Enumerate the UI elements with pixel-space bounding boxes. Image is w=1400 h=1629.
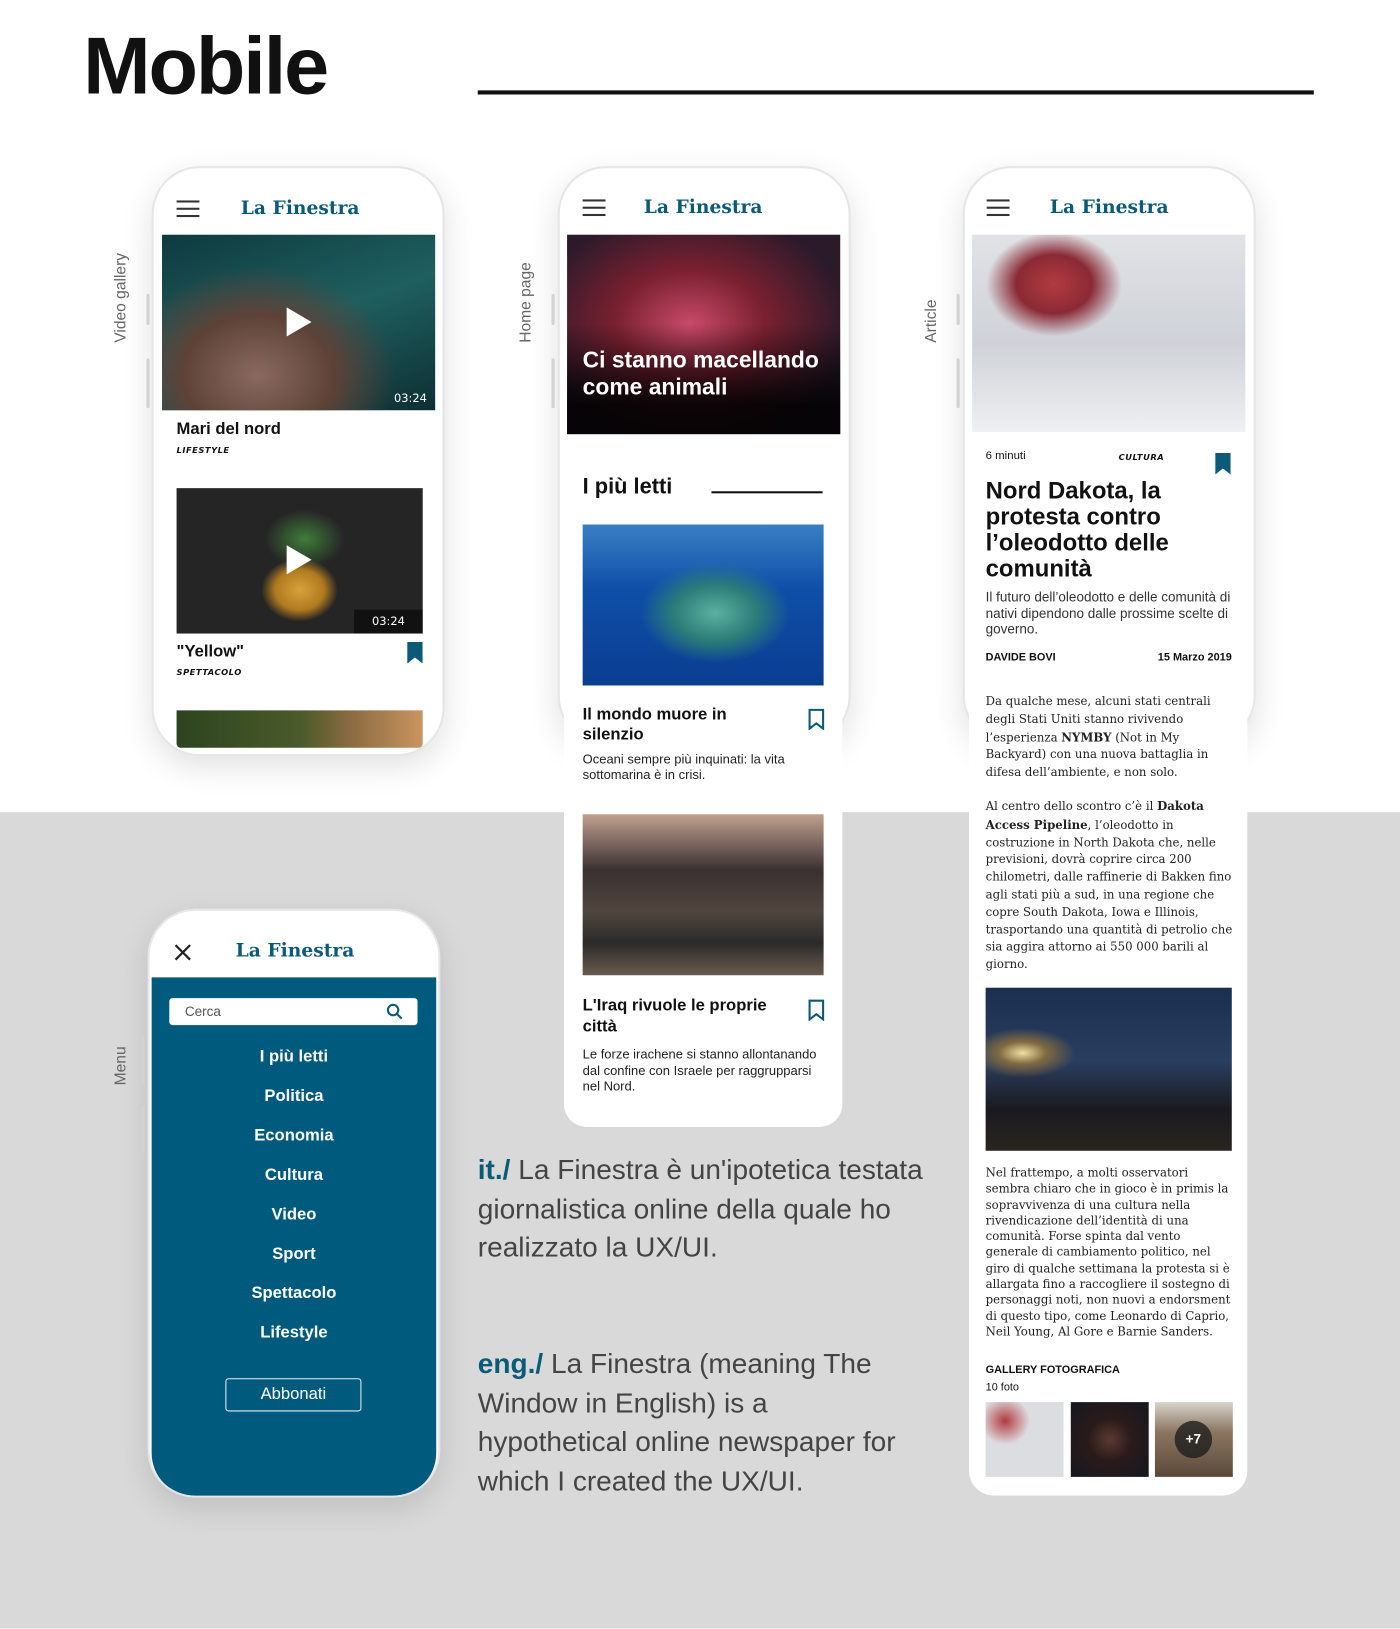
logo[interactable]: La Finestra xyxy=(644,196,763,218)
read-time: 6 minuti xyxy=(985,449,1026,463)
description-text: La Finestra è un'ipotetica testata giorn… xyxy=(477,1153,923,1263)
gallery-thumbnail[interactable] xyxy=(1070,1402,1149,1477)
menu-panel: Cerca I più letti Politica Economia Cultura… xyxy=(151,977,437,1496)
section-divider xyxy=(711,491,823,494)
menu-label: Menu xyxy=(112,1046,130,1086)
menu-item[interactable]: Spettacolo xyxy=(251,1285,336,1304)
home-page-label: Home page xyxy=(517,262,535,343)
phone-side-button xyxy=(551,293,555,326)
hamburger-menu-icon[interactable] xyxy=(176,200,200,218)
search-icon[interactable] xyxy=(386,1003,403,1020)
hamburger-menu-icon[interactable] xyxy=(986,199,1010,217)
home-screen: La Finestra Ci stanno macellando come an… xyxy=(563,176,843,1127)
play-icon[interactable] xyxy=(286,545,312,575)
article-summary: Le forze irachene si stanno allontanando… xyxy=(582,1046,817,1094)
video-thumbnail[interactable]: 03:24 xyxy=(162,234,436,411)
phone-side-button xyxy=(141,1036,145,1085)
menu-item[interactable]: Cultura xyxy=(265,1166,323,1185)
menu-item[interactable]: Politica xyxy=(264,1087,323,1106)
article-image xyxy=(985,987,1232,1151)
description-english: eng./ La Finestra (meaning The Window in… xyxy=(478,1345,925,1501)
lang-prefix: it./ xyxy=(477,1153,511,1186)
bookmark-outline-icon[interactable] xyxy=(808,999,825,1021)
gallery-count: 10 foto xyxy=(985,1381,1019,1394)
menu-item[interactable]: Sport xyxy=(272,1245,315,1264)
hero-image[interactable]: Ci stanno macellando come animali xyxy=(567,234,841,435)
phone-side-button xyxy=(956,293,960,326)
hero-title[interactable]: Ci stanno macellando come animali xyxy=(583,347,822,401)
menu-item[interactable]: Economia xyxy=(254,1127,333,1146)
article-paragraph: Da qualche mese, alcuni stati centrali d… xyxy=(986,694,1235,782)
article-paragraph: Nel frattempo, a molti osservatori sembr… xyxy=(985,1166,1231,1339)
phone-side-button xyxy=(141,1105,145,1153)
video-gallery-phone: La Finestra 03:24 Mari del nord LIFESTYL… xyxy=(151,166,445,757)
article-hero-image xyxy=(972,234,1246,433)
article-paragraph: Al centro dello scontro c’è il Dakota Ac… xyxy=(986,798,1235,975)
gallery-thumbnail[interactable]: +7 xyxy=(1154,1402,1233,1477)
logo[interactable]: La Finestra xyxy=(236,940,355,962)
menu-phone: La Finestra Cerca I più letti Politica Eco… xyxy=(147,908,441,1498)
article-image[interactable] xyxy=(582,524,824,686)
article-label: Article xyxy=(922,299,940,343)
video-category: SPETTACOLO xyxy=(176,667,242,678)
article-author[interactable]: DAVIDE BOVI xyxy=(986,651,1056,663)
menu-item[interactable]: Video xyxy=(271,1206,316,1225)
video-duration: 03:24 xyxy=(393,391,427,406)
video-thumbnail[interactable]: 03:24 xyxy=(176,488,423,634)
search-placeholder: Cerca xyxy=(184,1003,221,1019)
text: , l’oleodotto in costruzione in North Da… xyxy=(985,818,1233,972)
menu-item[interactable]: I più letti xyxy=(260,1048,328,1067)
subscribe-button[interactable]: Abbonati xyxy=(225,1378,362,1412)
logo[interactable]: La Finestra xyxy=(1050,196,1169,218)
video-gallery-label: Video gallery xyxy=(112,252,130,343)
gallery-title: GALLERY FOTOGRAFICA xyxy=(985,1363,1120,1377)
play-icon[interactable] xyxy=(286,307,312,337)
article-screen: La Finestra 6 minuti CULTURA Nord Dakota… xyxy=(969,176,1248,1496)
article-category: CULTURA xyxy=(1118,452,1165,463)
text-bold: NYMBY xyxy=(1061,729,1112,745)
article-image[interactable] xyxy=(582,814,824,976)
section-title: I più letti xyxy=(582,474,673,499)
close-icon[interactable] xyxy=(173,943,192,962)
logo[interactable]: La Finestra xyxy=(241,197,360,219)
video-title[interactable]: "Yellow" xyxy=(177,643,244,662)
bookmark-filled-icon[interactable] xyxy=(1215,452,1231,475)
description-italian: it./ La Finestra è un'ipotetica testata … xyxy=(478,1151,925,1268)
phone-side-button xyxy=(146,358,150,409)
phone-side-button xyxy=(551,358,555,409)
article-subtitle: Il futuro dell’oleodotto e delle comunit… xyxy=(985,588,1231,637)
video-title[interactable]: Mari del nord xyxy=(177,421,281,440)
article-title[interactable]: L'Iraq rivuole le proprie città xyxy=(583,996,801,1038)
article-date: 15 Marzo 2019 xyxy=(1157,651,1232,664)
bookmark-filled-icon[interactable] xyxy=(407,641,423,664)
video-category: LIFESTYLE xyxy=(176,445,230,455)
video-duration: 03:24 xyxy=(354,609,423,634)
phone-side-button xyxy=(956,358,960,409)
video-thumbnail[interactable] xyxy=(176,710,423,748)
title-divider xyxy=(477,90,1314,95)
phone-side-button xyxy=(146,293,150,326)
page-title: Mobile xyxy=(83,19,329,112)
text: Al centro dello scontro c’è il xyxy=(985,799,1158,814)
gallery-more-count[interactable]: +7 xyxy=(1174,1420,1213,1459)
article-title[interactable]: Il mondo muore in silenzio xyxy=(583,705,749,744)
hamburger-menu-icon[interactable] xyxy=(582,199,606,217)
article-title: Nord Dakota, la protesta contro l’oleodo… xyxy=(985,476,1169,582)
bookmark-outline-icon[interactable] xyxy=(808,708,825,731)
lang-prefix: eng./ xyxy=(477,1348,544,1380)
search-input[interactable]: Cerca xyxy=(169,998,418,1026)
menu-item[interactable]: Lifestyle xyxy=(260,1324,327,1343)
article-summary: Oceani sempre più inquinati: la vita sot… xyxy=(582,751,785,783)
gallery-thumbnail[interactable] xyxy=(985,1402,1064,1477)
